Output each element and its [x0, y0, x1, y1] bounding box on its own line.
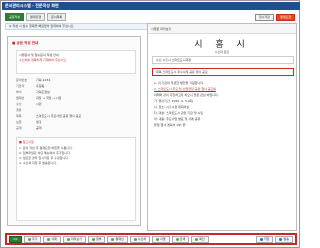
printer-icon [175, 237, 179, 241]
document-preview: 시행문 미리보기 시 흥 시 수신자 참조 수신 시흥시 스마트도시과장 제목 … [147, 23, 297, 231]
subject-field[interactable]: 제목 스마트도시 우수사례 공유 행사 공모 [152, 68, 294, 76]
guide-info-box: 시행문서 및 접수문서 작성 안내 수신처를 정확하게 기재하여 주십시오. [16, 50, 136, 74]
window: 문서관리시스템 - 전문작성 화면 공문작성 결재진행 문서목록 임시저장 결재… [0, 0, 300, 248]
receiver-field[interactable]: 수신 시흥시 스마트도시과장 [152, 56, 294, 64]
list-item: 4. 수신처 지정 후 발송합니다. [19, 161, 57, 165]
save-button[interactable]: 저장 [255, 235, 274, 243]
document-body[interactable]: 1. 귀 기관의 무궁한 발전을 기원합니다. 2. 스마트도시 주요 및 산업… [154, 80, 292, 128]
attach-label: 첨부 [95, 236, 102, 241]
confirm-label: 확인 [199, 236, 205, 241]
delete-button[interactable]: 삭제 [43, 235, 61, 243]
bottom-toolbar: 1/1 추가 삭제 미리보기 첨부 결재선 수신처 서명 인쇄 확인 저장 발송 [5, 233, 297, 245]
guide-panel: ■ 공문 작성 안내 시행문서 및 접수문서 작성 안내 수신처를 정확하게 기… [7, 36, 141, 226]
pen-icon [156, 237, 160, 241]
delete-label: 삭제 [51, 236, 57, 241]
approval-line-button[interactable]: 결재선 [107, 235, 128, 243]
top-actions: 임시저장 결재요청 [254, 14, 295, 21]
guide-heading: ■ 공문 작성 안내 [12, 41, 39, 45]
send-button[interactable]: 발송 [275, 235, 293, 243]
send-icon [279, 237, 283, 241]
submit-button[interactable]: 결재요청 [275, 14, 295, 21]
title-bar: 문서관리시스템 - 전문작성 화면 [2, 2, 300, 10]
reference-box: ■ 참고사항 1. 문서 작성 후 결재요청 버튼을 누릅니다. 2. 첨부파일… [16, 137, 136, 221]
approval-line-label: 결재선 [115, 236, 124, 241]
page-indicator: 1/1 [9, 235, 22, 243]
bottom-right-actions: 저장 발송 [255, 235, 295, 243]
field-value[interactable]: 공개 [36, 125, 136, 131]
body-line: 붙임 행사 계획서 1부. 끝. [154, 123, 187, 127]
recipient-button[interactable]: 수신처 [129, 235, 151, 243]
field-row: 공개 공개 [16, 125, 136, 131]
field-list: 문서번호 기획-1234 기안자 홍길동 부서 기획조정실 결재선 과장 → 국장 → … [16, 77, 136, 131]
document-subtitle: 수신자 참조 [214, 50, 230, 54]
add-label: 추가 [31, 236, 38, 241]
send-label: 발송 [283, 236, 289, 241]
disk-icon [259, 237, 263, 241]
guide-info-line2: 수신처를 정확하게 기재하여 주십시오. [19, 58, 67, 62]
add-button[interactable]: 추가 [23, 235, 42, 243]
reference-title: ■ 참고사항 [19, 140, 34, 144]
tab-compose[interactable]: 공문작성 [5, 13, 25, 21]
print-label: 인쇄 [179, 236, 186, 241]
eye-icon [66, 237, 70, 241]
check-icon [195, 237, 199, 241]
field-key: 공개 [16, 126, 22, 130]
preview-label: 미리보기 [70, 236, 82, 241]
print-button[interactable]: 인쇄 [171, 235, 190, 243]
document-title: 시 흥 시 [194, 40, 250, 50]
minus-icon [47, 237, 51, 241]
tab-approval[interactable]: 결재진행 [26, 13, 46, 21]
save-label: 저장 [263, 236, 270, 241]
users-icon [111, 237, 115, 241]
preview-button[interactable]: 미리보기 [62, 235, 86, 243]
tab-bar: 공문작성 결재진행 문서목록 [5, 13, 67, 21]
paperclip-icon [91, 237, 95, 241]
plus-icon [27, 237, 31, 241]
sign-label: 서명 [160, 236, 166, 241]
tab-list[interactable]: 문서목록 [47, 13, 67, 21]
temp-save-button[interactable]: 임시저장 [254, 14, 274, 21]
attach-button[interactable]: 첨부 [87, 235, 106, 243]
sign-button[interactable]: 서명 [152, 235, 170, 243]
mail-icon [133, 237, 137, 241]
recipient-label: 수신처 [137, 236, 147, 241]
confirm-button[interactable]: 확인 [191, 235, 209, 243]
document-header: 시행문 미리보기 [148, 24, 296, 34]
